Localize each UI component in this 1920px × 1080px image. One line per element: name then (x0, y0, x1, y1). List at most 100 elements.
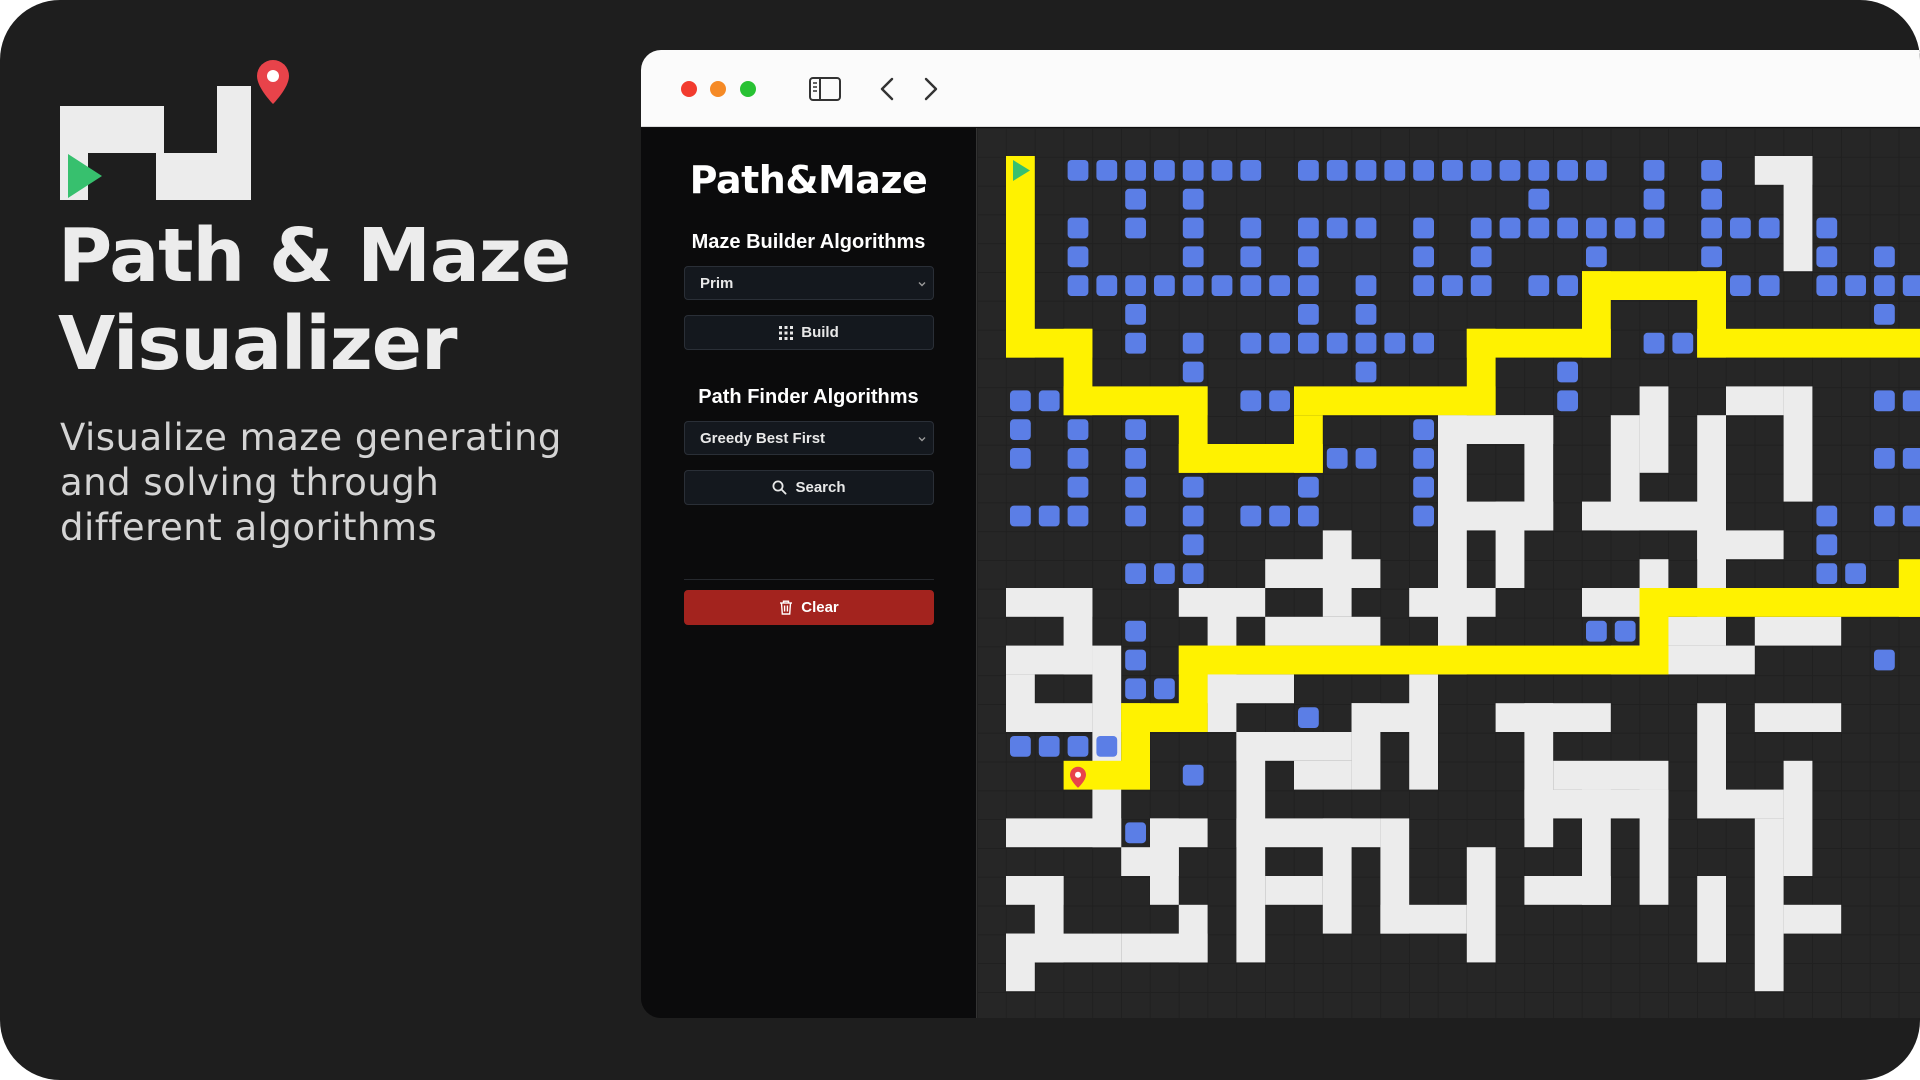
path-segment (1697, 328, 1920, 358)
visited-cell (1874, 246, 1895, 268)
maze-wall (1697, 415, 1726, 617)
visited-cell (1125, 160, 1146, 181)
maze-wall (1495, 415, 1525, 444)
maze-wall (1438, 415, 1467, 675)
back-icon[interactable] (873, 72, 901, 106)
visited-cell (1643, 160, 1665, 181)
visited-cell (1355, 361, 1377, 383)
search-button[interactable]: Search (684, 470, 934, 505)
visited-cell (1067, 476, 1089, 498)
maze-wall (1783, 760, 1813, 876)
maze-wall (1610, 415, 1640, 531)
maze-wall (1006, 645, 1093, 675)
chevron-down-icon (918, 282, 926, 287)
visited-cell (1269, 390, 1290, 412)
maze-wall (1524, 703, 1554, 848)
visited-cell (1125, 505, 1146, 527)
visited-cell (1643, 332, 1665, 354)
visited-cell (1096, 736, 1118, 757)
visited-cell (1240, 275, 1262, 296)
visited-cell (1758, 217, 1780, 239)
visited-cell (1413, 448, 1434, 469)
visited-cell (1902, 275, 1920, 296)
app-title: Path&Maze (689, 158, 928, 202)
visited-cell (1384, 160, 1406, 181)
visited-cell (1816, 563, 1838, 584)
visited-cell (1355, 160, 1377, 181)
path-finder-select[interactable]: Greedy Best First (684, 421, 934, 455)
visited-cell (1182, 188, 1204, 210)
visited-cell (1067, 160, 1089, 181)
visited-cell (1499, 217, 1521, 239)
visited-cell (1211, 160, 1233, 181)
visited-cell (1874, 390, 1895, 412)
close-dot[interactable] (681, 81, 697, 97)
visited-cell (1298, 505, 1319, 527)
maze-wall (1639, 789, 1669, 905)
visited-cell (1125, 275, 1146, 296)
maze-canvas[interactable] (977, 128, 1920, 1018)
visited-cell (1154, 160, 1175, 181)
visited-cell (1586, 620, 1607, 642)
visited-cell (1557, 217, 1578, 239)
maximize-dot[interactable] (740, 81, 756, 97)
visited-cell (1125, 217, 1146, 239)
visited-cell (1413, 217, 1434, 239)
maze-wall (1294, 760, 1352, 790)
visited-cell (1269, 332, 1290, 354)
visited-cell (1038, 390, 1060, 412)
visited-cell (1298, 160, 1319, 181)
visited-cell (1010, 419, 1031, 440)
maze-builder-select[interactable]: Prim (684, 266, 934, 300)
maze-wall (1754, 703, 1842, 732)
visited-cell (1413, 160, 1434, 181)
visited-cell (1643, 217, 1665, 239)
visited-cell (1586, 246, 1607, 268)
sidebar-toggle-icon[interactable] (807, 72, 843, 106)
trash-icon (780, 600, 793, 615)
visited-cell (1701, 160, 1722, 181)
visited-cell (1096, 160, 1118, 181)
visited-cell (1586, 160, 1607, 181)
visited-cell (1874, 275, 1895, 296)
maze-wall (1265, 616, 1381, 646)
visited-cell (1010, 736, 1031, 757)
path-segment (1178, 645, 1669, 675)
clear-button[interactable]: Clear (684, 590, 934, 625)
maze-wall (1322, 818, 1352, 934)
visited-cell (1614, 620, 1636, 642)
maze-logo-icon (60, 60, 289, 200)
maze-wall (1754, 156, 1813, 185)
visited-cell (1470, 275, 1492, 296)
visited-cell (1442, 275, 1463, 296)
maze-grid[interactable] (976, 128, 1920, 1018)
maze-wall (1380, 904, 1467, 934)
visited-cell (1010, 505, 1031, 527)
visited-cell (1874, 649, 1895, 671)
visited-cell (1298, 275, 1319, 296)
visited-cell (1384, 332, 1406, 354)
maze-wall (1466, 847, 1496, 963)
maze-wall (1668, 616, 1726, 646)
visited-cell (1816, 246, 1838, 268)
visited-cell (1298, 217, 1319, 239)
visited-cell (1413, 275, 1434, 296)
visited-cell (1067, 419, 1089, 440)
minimize-dot[interactable] (710, 81, 726, 97)
visited-cell (1902, 448, 1920, 469)
visited-cell (1326, 217, 1348, 239)
visited-cell (1413, 476, 1434, 498)
forward-icon[interactable] (917, 72, 945, 106)
maze-wall (1236, 818, 1381, 848)
path-segment (1294, 415, 1323, 473)
maze-wall (1322, 530, 1352, 617)
grid-icon (779, 325, 794, 340)
clear-label: Clear (801, 599, 839, 616)
maze-wall (1754, 818, 1784, 992)
build-button[interactable]: Build (684, 315, 934, 350)
visited-cell (1470, 246, 1492, 268)
visited-cell (1845, 563, 1866, 584)
visited-cell (1355, 275, 1377, 296)
visited-cell (1528, 160, 1550, 181)
visited-cell (1240, 505, 1262, 527)
